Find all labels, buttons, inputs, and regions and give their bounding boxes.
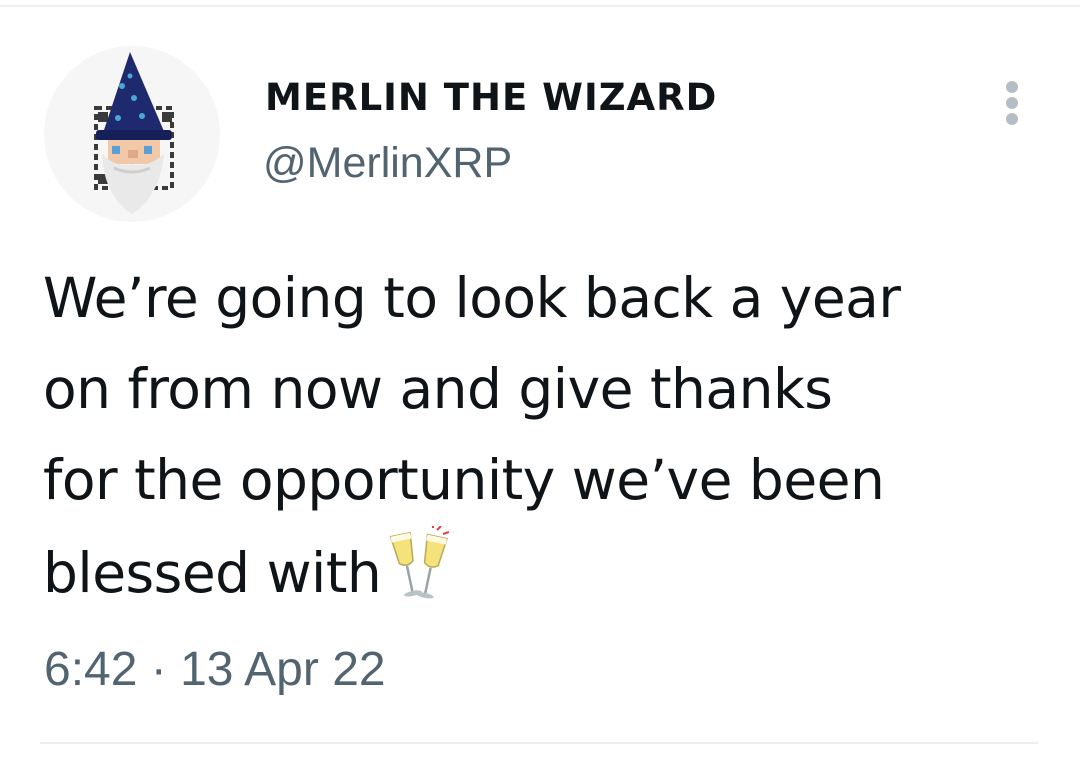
more-dot-icon: [1006, 97, 1018, 109]
tweet-timestamp[interactable]: 6:42 · 13 Apr 22: [44, 642, 386, 697]
wizard-avatar-image: [44, 46, 220, 222]
tweet-text: We’re going to look back a year on from …: [43, 253, 1043, 619]
tweet-text-line: blessed with: [43, 541, 382, 605]
tweet-text-line: We’re going to look back a year: [43, 266, 901, 330]
more-dot-icon: [1006, 113, 1018, 125]
tweet-text-line: for the opportunity we’ve been: [43, 448, 885, 512]
more-dot-icon: [1006, 81, 1018, 93]
avatar[interactable]: [44, 46, 220, 222]
tweet-text-line: on from now and give thanks: [43, 357, 833, 421]
more-options-button[interactable]: [996, 78, 1030, 128]
bottom-divider: [40, 742, 1038, 744]
tweet-text-line-last: blessed with: [43, 526, 1043, 619]
display-name[interactable]: MERLIN THE WIZARD: [265, 76, 717, 119]
tweet-card: MERLIN THE WIZARD @MerlinXRP We’re going…: [0, 0, 1080, 760]
clinking-glasses-icon: [389, 526, 450, 599]
user-handle[interactable]: @MerlinXRP: [263, 139, 512, 188]
